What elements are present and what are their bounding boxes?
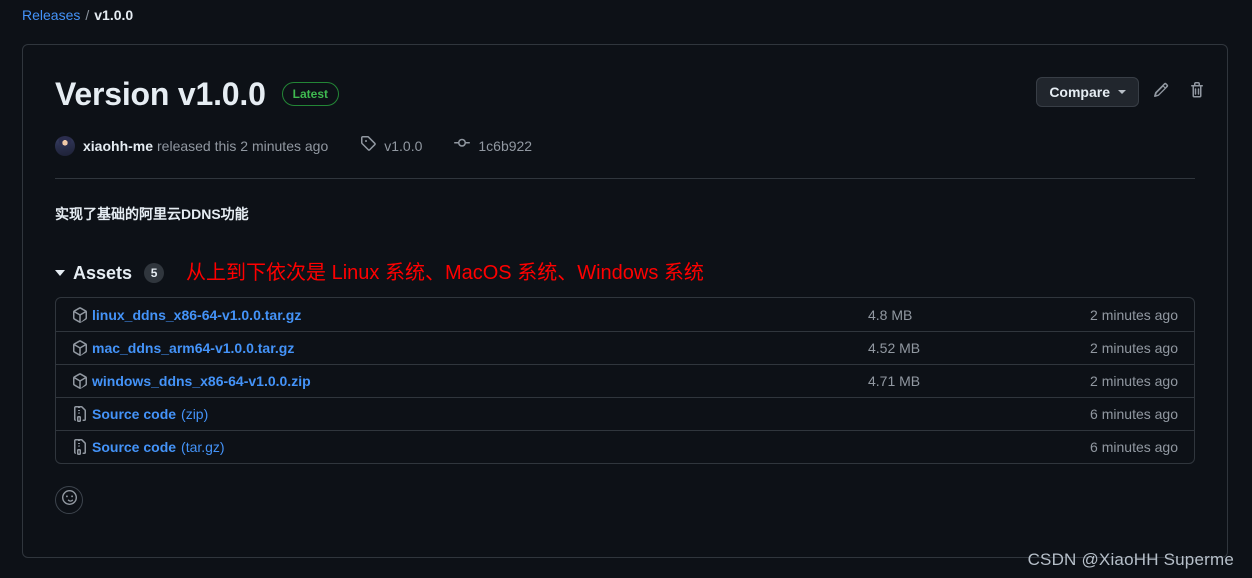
header-divider [55, 178, 1195, 179]
release-tag[interactable]: v1.0.0 [360, 135, 422, 156]
asset-size: 4.52 MB [868, 340, 921, 356]
chevron-down-icon [1118, 90, 1126, 94]
package-icon [72, 306, 88, 323]
release-commit-sha: 1c6b922 [478, 137, 533, 154]
release-author-link[interactable]: xiaohh-me [83, 136, 153, 156]
asset-download-link[interactable]: linux_ddns_x86-64-v1.0.0.tar.gz [92, 307, 301, 323]
smiley-icon [61, 490, 77, 510]
table-row[interactable]: mac_ddns_arm64-v1.0.0.tar.gz 4.52 MB 2 m… [56, 331, 1194, 364]
source-code-link[interactable]: Source code [92, 406, 176, 422]
file-zip-icon [72, 439, 88, 455]
asset-name-cell: linux_ddns_x86-64-v1.0.0.tar.gz [72, 307, 868, 323]
assets-header: Assets 5 从上到下依次是 Linux 系统、MacOS 系统、Windo… [39, 261, 1211, 285]
table-row[interactable]: Source code (zip) 6 minutes ago [56, 397, 1194, 430]
asset-name-cell: mac_ddns_arm64-v1.0.0.tar.gz [72, 340, 868, 356]
release-header-actions: Compare [1036, 77, 1211, 107]
assets-table: linux_ddns_x86-64-v1.0.0.tar.gz 4.8 MB 2… [55, 297, 1195, 464]
status-badge-latest: Latest [281, 82, 340, 106]
assets-title[interactable]: Assets [73, 263, 132, 284]
assets-count-badge: 5 [144, 263, 165, 283]
breadcrumb-current-version: v1.0.0 [94, 7, 134, 23]
breadcrumb: Releases / v1.0.0 [22, 5, 133, 25]
breadcrumb-separator: / [85, 7, 90, 23]
compare-button[interactable]: Compare [1036, 77, 1139, 107]
source-code-link[interactable]: Source code [92, 439, 176, 455]
file-zip-icon [72, 406, 88, 422]
avatar[interactable] [55, 135, 75, 156]
asset-download-link[interactable]: windows_ddns_x86-64-v1.0.0.zip [92, 373, 311, 389]
table-row[interactable]: Source code (tar.gz) 6 minutes ago [56, 430, 1194, 463]
table-row[interactable]: linux_ddns_x86-64-v1.0.0.tar.gz 4.8 MB 2… [56, 298, 1194, 331]
release-title-row: Version v1.0.0 Latest [39, 45, 1211, 113]
annotation-text: 从上到下依次是 Linux 系统、MacOS 系统、Windows 系统 [186, 262, 704, 284]
release-body-text: 实现了基础的阿里云DDNS功能 [55, 206, 249, 222]
add-reaction-button[interactable] [55, 486, 83, 514]
release-card-inner: Version v1.0.0 Latest Compare xiaohh-me … [23, 45, 1227, 557]
delete-release-button[interactable] [1183, 78, 1211, 106]
breadcrumb-releases-link[interactable]: Releases [22, 5, 80, 25]
chevron-down-icon[interactable] [55, 270, 65, 276]
asset-download-link[interactable]: mac_ddns_arm64-v1.0.0.tar.gz [92, 340, 294, 356]
asset-time: 2 minutes ago [1090, 340, 1178, 356]
release-tag-name: v1.0.0 [384, 137, 423, 154]
asset-name-cell: Source code (zip) [72, 406, 868, 422]
watermark: CSDN @XiaoHH Superme [1027, 550, 1234, 569]
asset-size: 4.71 MB [868, 373, 921, 389]
source-code-format: (tar.gz) [181, 439, 225, 455]
commit-icon [454, 135, 471, 156]
source-code-format: (zip) [181, 406, 209, 422]
tag-icon [360, 135, 377, 156]
release-card: Version v1.0.0 Latest Compare xiaohh-me … [22, 44, 1228, 558]
table-row[interactable]: windows_ddns_x86-64-v1.0.0.zip 4.71 MB 2… [56, 364, 1194, 397]
package-icon [72, 373, 88, 389]
page-title: Version v1.0.0 [55, 76, 266, 112]
release-published-text: released this 2 minutes ago [157, 137, 329, 154]
asset-time: 2 minutes ago [1090, 306, 1178, 323]
package-icon [72, 340, 88, 356]
asset-time: 6 minutes ago [1090, 406, 1178, 422]
edit-release-button[interactable] [1147, 78, 1175, 106]
asset-name-cell: windows_ddns_x86-64-v1.0.0.zip [72, 373, 868, 389]
asset-time: 6 minutes ago [1090, 439, 1178, 455]
release-commit[interactable]: 1c6b922 [454, 135, 532, 156]
asset-name-cell: Source code (tar.gz) [72, 439, 868, 455]
compare-button-label: Compare [1049, 84, 1110, 100]
release-meta-row: xiaohh-me released this 2 minutes ago v1… [39, 135, 1211, 156]
trash-icon [1189, 81, 1205, 103]
asset-time: 2 minutes ago [1090, 373, 1178, 389]
asset-size: 4.8 MB [868, 306, 913, 323]
pencil-icon [1153, 82, 1169, 103]
